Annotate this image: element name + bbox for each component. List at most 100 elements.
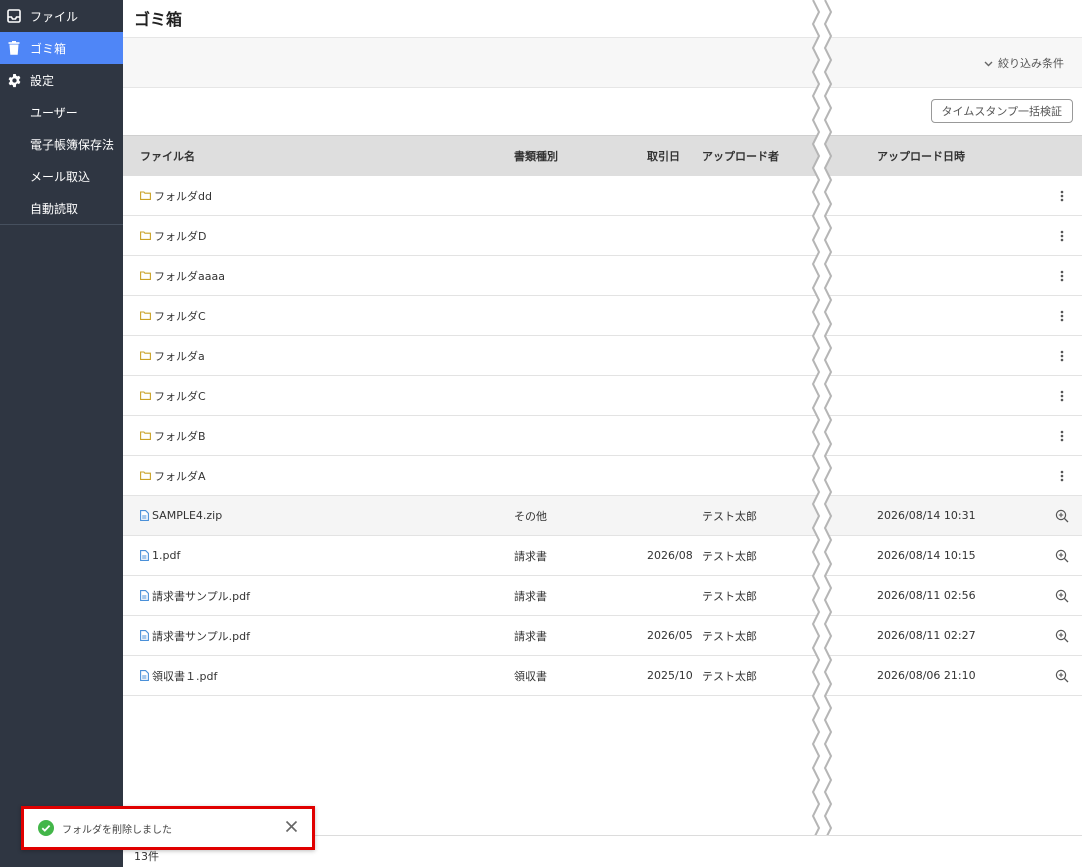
uploader-cell: テスト太郎: [702, 629, 757, 643]
table-row[interactable]: SAMPLE4.zip その他 テスト太郎 2026/08/14 10:31: [123, 496, 1082, 536]
table-row[interactable]: 請求書サンプル.pdf 請求書 テスト太郎 2026/08/11 02:56: [123, 576, 1082, 616]
transaction-date-cell: 2025/10: [647, 669, 693, 682]
header-uploaded-at[interactable]: アップロード日時: [877, 136, 965, 176]
sidebar-item-label: 自動読取: [30, 201, 79, 216]
uploader-cell: テスト太郎: [702, 669, 757, 683]
sidebar-item-label: ゴミ箱: [30, 41, 67, 56]
table-row[interactable]: フォルダC: [123, 296, 1082, 336]
table-row[interactable]: フォルダB: [123, 416, 1082, 456]
file-name: フォルダa: [154, 349, 205, 363]
more-options-icon[interactable]: [1052, 336, 1072, 375]
sidebar-item-label: ユーザー: [30, 105, 78, 120]
file-name-cell[interactable]: フォルダdd: [140, 176, 212, 215]
file-name: フォルダC: [154, 389, 206, 403]
file-name-cell[interactable]: SAMPLE4.zip: [140, 496, 222, 535]
file-name: 1.pdf: [152, 549, 181, 562]
zoom-icon[interactable]: [1052, 536, 1072, 575]
file-name-cell[interactable]: フォルダC: [140, 376, 206, 415]
file-name-cell[interactable]: フォルダaaaa: [140, 256, 225, 295]
table-row[interactable]: フォルダa: [123, 336, 1082, 376]
file-icon: [140, 510, 149, 521]
sidebar-item-settings[interactable]: 設定: [0, 64, 123, 96]
timestamp-verify-button[interactable]: タイムスタンプ一括検証: [930, 99, 1073, 123]
file-name: フォルダaaaa: [154, 269, 225, 283]
file-name: 領収書１.pdf: [152, 669, 218, 683]
table-row[interactable]: 1.pdf 請求書 2026/08 テスト太郎 2026/08/14 10:15: [123, 536, 1082, 576]
table-row[interactable]: フォルダA: [123, 456, 1082, 496]
filter-bar: 絞り込み条件: [123, 37, 1082, 88]
more-options-icon[interactable]: [1052, 376, 1072, 415]
file-icon: [140, 630, 149, 641]
sidebar-item-label: メール取込: [30, 169, 91, 184]
file-name-cell[interactable]: 1.pdf: [140, 536, 180, 575]
folder-icon: [140, 431, 151, 440]
table-body: フォルダdd フォルダD フォルダaaaa フォルダC フォルダa フォルダC フォルダB フ…: [123, 176, 1082, 696]
file-name-cell[interactable]: 領収書１.pdf: [140, 656, 217, 695]
file-name-cell[interactable]: 請求書サンプル.pdf: [140, 616, 250, 655]
more-options-icon[interactable]: [1052, 456, 1072, 495]
uploader-cell: テスト太郎: [702, 549, 757, 563]
folder-icon: [140, 391, 151, 400]
file-icon: [140, 590, 149, 601]
file-name: フォルダD: [154, 229, 207, 243]
table-header: ファイル名 書類種別 取引日 アップロード者 アップロード日時: [123, 135, 1082, 176]
header-uploader[interactable]: アップロード者: [702, 136, 779, 176]
doc-type-cell: 領収書: [514, 669, 547, 683]
more-options-icon[interactable]: [1052, 176, 1072, 215]
sidebar-divider: [0, 224, 123, 225]
sidebar-item-label: ファイル: [30, 9, 79, 24]
folder-icon: [140, 351, 151, 360]
sidebar-item-file[interactable]: ファイル: [0, 0, 123, 32]
table-row[interactable]: フォルダD: [123, 216, 1082, 256]
more-options-icon[interactable]: [1052, 296, 1072, 335]
file-name: フォルダB: [154, 429, 206, 443]
header-transaction-date[interactable]: 取引日: [647, 136, 694, 176]
file-name-cell[interactable]: フォルダa: [140, 336, 205, 375]
table-row[interactable]: フォルダdd: [123, 176, 1082, 216]
table-row[interactable]: 領収書１.pdf 領収書 2025/10 テスト太郎 2026/08/06 21:10: [123, 656, 1082, 696]
table-break-marker: [811, 0, 833, 867]
table-row[interactable]: 請求書サンプル.pdf 請求書 2026/05 テスト太郎 2026/08/11 02:…: [123, 616, 1082, 656]
sidebar: ファイル ゴミ箱 設定 ユーザー 電子帳簿保存法 メール取込 自動読取: [0, 0, 123, 867]
filter-toggle[interactable]: 絞り込み条件: [984, 55, 1064, 71]
sidebar-item-trash[interactable]: ゴミ箱: [0, 32, 123, 64]
file-name: フォルダC: [154, 309, 206, 323]
transaction-date-cell: [647, 576, 694, 615]
uploaded-at-cell: 2026/08/14 10:15: [877, 549, 976, 562]
check-circle-icon: [38, 820, 54, 836]
page-title: ゴミ箱: [134, 10, 183, 29]
more-options-icon[interactable]: [1052, 216, 1072, 255]
table-row[interactable]: フォルダaaaa: [123, 256, 1082, 296]
uploaded-at-cell: 2026/08/11 02:56: [877, 589, 976, 602]
zoom-icon[interactable]: [1052, 496, 1072, 535]
file-name-cell[interactable]: フォルダC: [140, 296, 206, 335]
more-options-icon[interactable]: [1052, 416, 1072, 455]
zoom-icon[interactable]: [1052, 576, 1072, 615]
zoom-icon[interactable]: [1052, 616, 1072, 655]
sidebar-item-users[interactable]: ユーザー: [0, 96, 123, 128]
more-options-icon[interactable]: [1052, 256, 1072, 295]
gear-icon: [6, 72, 22, 88]
trash-icon: [6, 40, 22, 56]
file-name-cell[interactable]: フォルダB: [140, 416, 206, 455]
uploader-cell: テスト太郎: [702, 589, 757, 603]
close-icon[interactable]: [285, 820, 298, 833]
file-name: 請求書サンプル.pdf: [152, 629, 251, 643]
chevron-down-icon: [984, 57, 993, 70]
file-name-cell[interactable]: フォルダA: [140, 456, 206, 495]
file-name-cell[interactable]: フォルダD: [140, 216, 206, 255]
folder-icon: [140, 271, 151, 280]
folder-icon: [140, 191, 151, 200]
table-row[interactable]: フォルダC: [123, 376, 1082, 416]
sidebar-item-auto-read[interactable]: 自動読取: [0, 192, 123, 224]
file-name: フォルダA: [154, 469, 206, 483]
header-doc-type[interactable]: 書類種別: [514, 136, 558, 176]
file-name: SAMPLE4.zip: [152, 509, 223, 522]
sidebar-item-ebook-law[interactable]: 電子帳簿保存法: [0, 128, 123, 160]
header-file-name[interactable]: ファイル名: [140, 136, 195, 176]
zoom-icon[interactable]: [1052, 656, 1072, 695]
file-name-cell[interactable]: 請求書サンプル.pdf: [140, 576, 250, 615]
uploader-cell: テスト太郎: [702, 509, 757, 523]
sidebar-item-mail-import[interactable]: メール取込: [0, 160, 123, 192]
transaction-date-cell: 2026/08: [647, 549, 693, 562]
